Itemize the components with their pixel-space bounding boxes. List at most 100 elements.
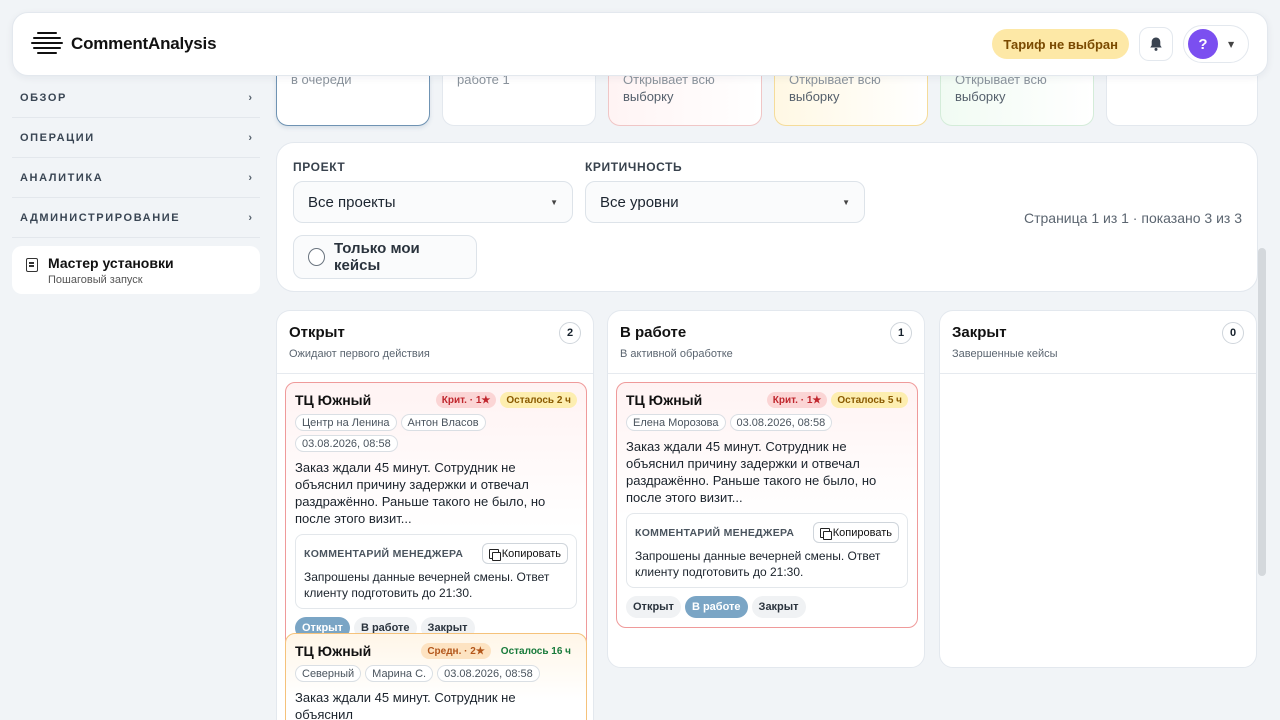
pagination-info: Страница 1 из 1 · показано 3 из 3 [1023, 210, 1242, 226]
top-bar: CommentAnalysis Тариф не выбран ? ▼ [12, 12, 1268, 76]
criticality-filter-label: КРИТИЧНОСТЬ [585, 160, 683, 174]
kanban-column-open: Открыт Ожидают первого действия 2 ТЦ Южн… [276, 310, 594, 720]
summary-card[interactable]: работе 1 [442, 76, 596, 126]
sidebar-item-operations[interactable]: ОПЕРАЦИИ › [12, 118, 260, 158]
column-count-badge: 1 [890, 322, 912, 344]
chevron-right-icon: › [248, 171, 252, 184]
case-title: ТЦ Южный [626, 392, 703, 408]
column-title: Закрыт [952, 324, 1007, 341]
employee-tag: Марина С. [365, 665, 434, 682]
case-card[interactable]: ТЦ Южный Крит. · 1★ Осталось 5 ч Елена М… [616, 382, 918, 628]
criticality-select[interactable]: Все уровни ▼ [585, 181, 865, 223]
criticality-select-value: Все уровни [600, 193, 679, 211]
chevron-right-icon: › [248, 131, 252, 144]
user-menu[interactable]: ? ▼ [1183, 25, 1249, 63]
main-content: в очереди работе 1 Открывает всю выборку… [276, 0, 1258, 720]
sidebar: ОБЗОР › ОПЕРАЦИИ › АНАЛИТИКА › АДМИНИСТР… [12, 78, 260, 294]
column-title: Открыт [289, 324, 345, 341]
summary-card-text: в очереди [291, 76, 352, 87]
case-card[interactable]: ТЦ Южный Средн. · 2★ Осталось 16 ч Север… [285, 633, 587, 720]
book-icon [26, 258, 38, 272]
column-title: В работе [620, 324, 687, 341]
employee-tag: Елена Морозова [626, 414, 726, 431]
notifications-button[interactable] [1139, 27, 1173, 61]
only-mine-checkbox[interactable] [308, 248, 326, 266]
chevron-right-icon: › [248, 211, 252, 224]
column-subtitle: Завершенные кейсы [952, 348, 1058, 360]
column-header: В работе В активной обработке 1 [608, 311, 924, 374]
bell-icon [1150, 37, 1162, 51]
summary-card-text: выборку [955, 89, 1006, 104]
copy-icon [488, 548, 501, 561]
summary-card[interactable]: в очереди [276, 76, 430, 126]
summary-cards: в очереди работе 1 Открывает всю выборку… [276, 76, 1258, 128]
status-in-progress-button[interactable]: В работе [684, 596, 748, 618]
wizard-subtitle: Пошаговый запуск [48, 274, 143, 286]
date-tag: 03.08.2026, 08:58 [729, 414, 833, 431]
filters-panel: ПРОЕКТ Все проекты ▼ КРИТИЧНОСТЬ Все уро… [276, 142, 1258, 292]
date-tag: 03.08.2026, 08:58 [437, 665, 540, 682]
brand-name: CommentAnalysis [71, 34, 217, 53]
criticality-badge: Средн. · 2★ [421, 643, 491, 659]
summary-card[interactable] [1106, 76, 1258, 126]
date-tag: 03.08.2026, 08:58 [295, 435, 398, 452]
column-subtitle: В активной обработке [620, 348, 733, 360]
avatar: ? [1188, 29, 1218, 59]
summary-card[interactable]: Открывает всю выборку [940, 76, 1094, 126]
logo[interactable]: CommentAnalysis [31, 30, 217, 58]
summary-card-text: Открывает всю [955, 76, 1047, 87]
comment-text: Запрошены данные вечерней смены. Ответ к… [304, 570, 550, 600]
status-open-button[interactable]: Открыт [626, 596, 681, 618]
summary-card-text: Открывает всю [789, 76, 881, 87]
sidebar-item-administration[interactable]: АДМИНИСТРИРОВАНИЕ › [12, 198, 260, 238]
sidebar-item-overview[interactable]: ОБЗОР › [12, 78, 260, 118]
sidebar-item-label: ОПЕРАЦИИ [20, 131, 95, 144]
case-text: Заказ ждали 45 минут. Сотрудник не объяс… [295, 690, 516, 720]
project-select-value: Все проекты [308, 193, 396, 211]
column-count-badge: 0 [1222, 322, 1244, 344]
employee-tag: Антон Власов [400, 414, 486, 431]
only-mine-toggle[interactable]: Только мои кейсы [293, 235, 477, 279]
wizard-title: Мастер установки [48, 255, 174, 271]
copy-button[interactable]: Копировать [812, 522, 899, 543]
deadline-badge: Осталось 16 ч [500, 645, 571, 657]
copy-label: Копировать [832, 526, 892, 539]
sidebar-item-label: АНАЛИТИКА [20, 171, 104, 184]
criticality-badge: Крит. · 1★ [435, 392, 497, 408]
location-tag: Центр на Ленина [295, 414, 397, 431]
kanban-column-in-progress: В работе В активной обработке 1 ТЦ Южный… [607, 310, 925, 668]
location-tag: Северный [295, 665, 362, 682]
column-count-badge: 2 [559, 322, 581, 344]
manager-comment: КОММЕНТАРИЙ МЕНЕДЖЕРА Копировать Запроше… [295, 534, 577, 609]
case-text: Заказ ждали 45 минут. Сотрудник не объяс… [295, 460, 546, 526]
status-switcher: Открыт В работе Закрыт [626, 596, 908, 627]
summary-card-text: выборку [789, 89, 840, 104]
setup-wizard-link[interactable]: Мастер установки Пошаговый запуск [12, 246, 260, 294]
logo-icon [31, 30, 63, 58]
summary-card[interactable]: Открывает всю выборку [608, 76, 762, 126]
summary-card-text: Открывает всю [623, 76, 715, 87]
copy-button[interactable]: Копировать [481, 543, 568, 564]
copy-icon [819, 527, 832, 540]
summary-card[interactable]: Открывает всю выборку [774, 76, 928, 126]
sidebar-item-label: АДМИНИСТРИРОВАНИЕ [20, 211, 181, 224]
chevron-down-icon: ▼ [842, 197, 850, 207]
manager-comment: КОММЕНТАРИЙ МЕНЕДЖЕРА Копировать Запроше… [626, 513, 908, 588]
case-card[interactable]: ТЦ Южный Крит. · 1★ Осталось 2 ч Центр н… [285, 382, 587, 649]
chevron-down-icon: ▼ [1228, 39, 1235, 49]
chevron-right-icon: › [248, 91, 252, 104]
case-title: ТЦ Южный [295, 392, 372, 408]
sidebar-item-analytics[interactable]: АНАЛИТИКА › [12, 158, 260, 198]
column-header: Открыт Ожидают первого действия 2 [277, 311, 593, 374]
sidebar-item-label: ОБЗОР [20, 91, 67, 104]
comment-label: КОММЕНТАРИЙ МЕНЕДЖЕРА [635, 526, 795, 539]
chevron-down-icon: ▼ [550, 197, 558, 207]
page-scrollbar[interactable] [1258, 248, 1266, 576]
tariff-badge[interactable]: Тариф не выбран [992, 29, 1129, 59]
kanban-column-closed: Закрыт Завершенные кейсы 0 [939, 310, 1257, 668]
deadline-badge: Осталось 5 ч [831, 392, 908, 408]
summary-card-text: работе 1 [457, 76, 510, 87]
column-header: Закрыт Завершенные кейсы 0 [940, 311, 1256, 374]
project-select[interactable]: Все проекты ▼ [293, 181, 573, 223]
status-closed-button[interactable]: Закрыт [751, 596, 806, 618]
